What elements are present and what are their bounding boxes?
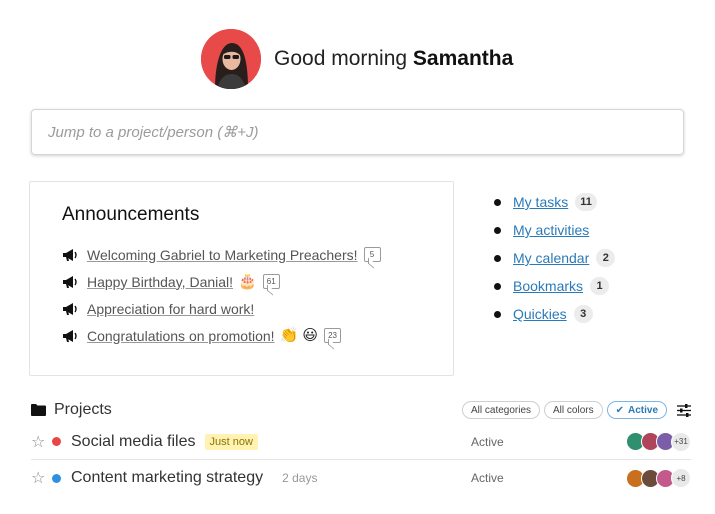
my-activities-link[interactable]: My activities: [513, 222, 589, 238]
updated-badge: Just now: [204, 433, 258, 450]
cake-emoji: 🎂: [238, 273, 257, 290]
greeting-prefix: Good morning: [274, 47, 408, 70]
announcement-link[interactable]: Happy Birthday, Danial!: [87, 274, 233, 290]
project-members[interactable]: +8: [626, 468, 691, 488]
announcement-link[interactable]: Congratulations on promotion!: [87, 328, 275, 344]
announcements-panel: Announcements Welcoming Gabriel to Marke…: [29, 181, 454, 376]
announcement-item: Welcoming Gabriel to Marketing Preachers…: [62, 241, 421, 268]
count-badge: 3: [573, 305, 593, 323]
more-members-count: +8: [671, 468, 691, 488]
count-badge: 2: [596, 249, 616, 267]
megaphone-icon: [63, 248, 77, 261]
quicklink-quickies: Quickies 3: [494, 300, 615, 328]
project-color-dot: [52, 437, 61, 446]
active-filter[interactable]: ✔ Active: [606, 401, 667, 419]
megaphone-icon: [63, 329, 77, 342]
announcement-link[interactable]: Appreciation for hard work!: [87, 301, 254, 317]
project-row[interactable]: ☆ Content marketing strategy 2 days Acti…: [31, 460, 691, 496]
bookmarks-link[interactable]: Bookmarks: [513, 278, 583, 294]
quicklink-my-activities: My activities: [494, 216, 615, 244]
greeting: Good morning Samantha: [201, 29, 513, 89]
clap-smile-emoji: 👏 😃: [279, 327, 319, 344]
quicklink-bookmarks: Bookmarks 1: [494, 272, 615, 300]
project-status: Active: [471, 434, 504, 449]
updated-time: 2 days: [282, 471, 318, 485]
bullet-icon: [494, 226, 501, 234]
announcement-item: Appreciation for hard work!: [62, 295, 421, 322]
greeting-text: Good morning Samantha: [274, 47, 513, 71]
count-badge: 1: [590, 277, 610, 295]
megaphone-icon: [63, 302, 77, 315]
star-icon[interactable]: ☆: [31, 432, 47, 452]
projects-title: Projects: [54, 401, 112, 418]
project-filters: All categories All colors ✔ Active: [458, 401, 691, 419]
quick-links: My tasks 11 My activities My calendar 2 …: [494, 188, 616, 328]
quicklink-my-calendar: My calendar 2: [494, 244, 616, 272]
sliders-icon[interactable]: [677, 403, 691, 417]
announcement-link[interactable]: Welcoming Gabriel to Marketing Preachers…: [87, 247, 358, 263]
announcement-item: Congratulations on promotion! 👏 😃 23: [62, 322, 421, 349]
comment-count-badge[interactable]: 61: [262, 274, 280, 289]
comment-count-badge[interactable]: 23: [324, 328, 342, 343]
all-colors-filter[interactable]: All colors: [544, 401, 603, 419]
bullet-icon: [494, 198, 501, 206]
project-members[interactable]: +31: [626, 431, 691, 452]
more-members-count: +31: [671, 431, 691, 452]
project-color-dot: [52, 473, 61, 483]
project-row[interactable]: ☆ Social media files Just now Active +31: [31, 424, 691, 460]
bullet-icon: [494, 282, 501, 290]
all-categories-filter[interactable]: All categories: [461, 401, 541, 419]
announcements-title: Announcements: [62, 204, 200, 225]
user-name: Samantha: [412, 47, 514, 70]
quickies-link[interactable]: Quickies: [513, 306, 567, 322]
project-name[interactable]: Social media files: [71, 433, 196, 451]
count-badge: 11: [575, 193, 597, 211]
jump-search-input[interactable]: [31, 109, 684, 155]
quicklink-my-tasks: My tasks 11: [494, 188, 615, 216]
my-tasks-link[interactable]: My tasks: [513, 194, 568, 210]
bullet-icon: [494, 254, 501, 262]
project-name[interactable]: Content marketing strategy: [71, 469, 263, 487]
active-filter-label: Active: [627, 404, 658, 416]
projects-header: Projects All categories All colors ✔ Act…: [31, 398, 691, 422]
megaphone-icon: [63, 275, 77, 288]
bullet-icon: [494, 310, 501, 318]
avatar[interactable]: [201, 29, 261, 89]
comment-count-badge[interactable]: 5: [363, 247, 381, 262]
check-icon: ✔: [615, 404, 624, 416]
star-icon[interactable]: ☆: [31, 468, 47, 488]
my-calendar-link[interactable]: My calendar: [513, 250, 589, 266]
folder-icon: [31, 404, 46, 416]
project-status: Active: [471, 471, 504, 485]
announcement-item: Happy Birthday, Danial! 🎂 61: [62, 268, 421, 295]
